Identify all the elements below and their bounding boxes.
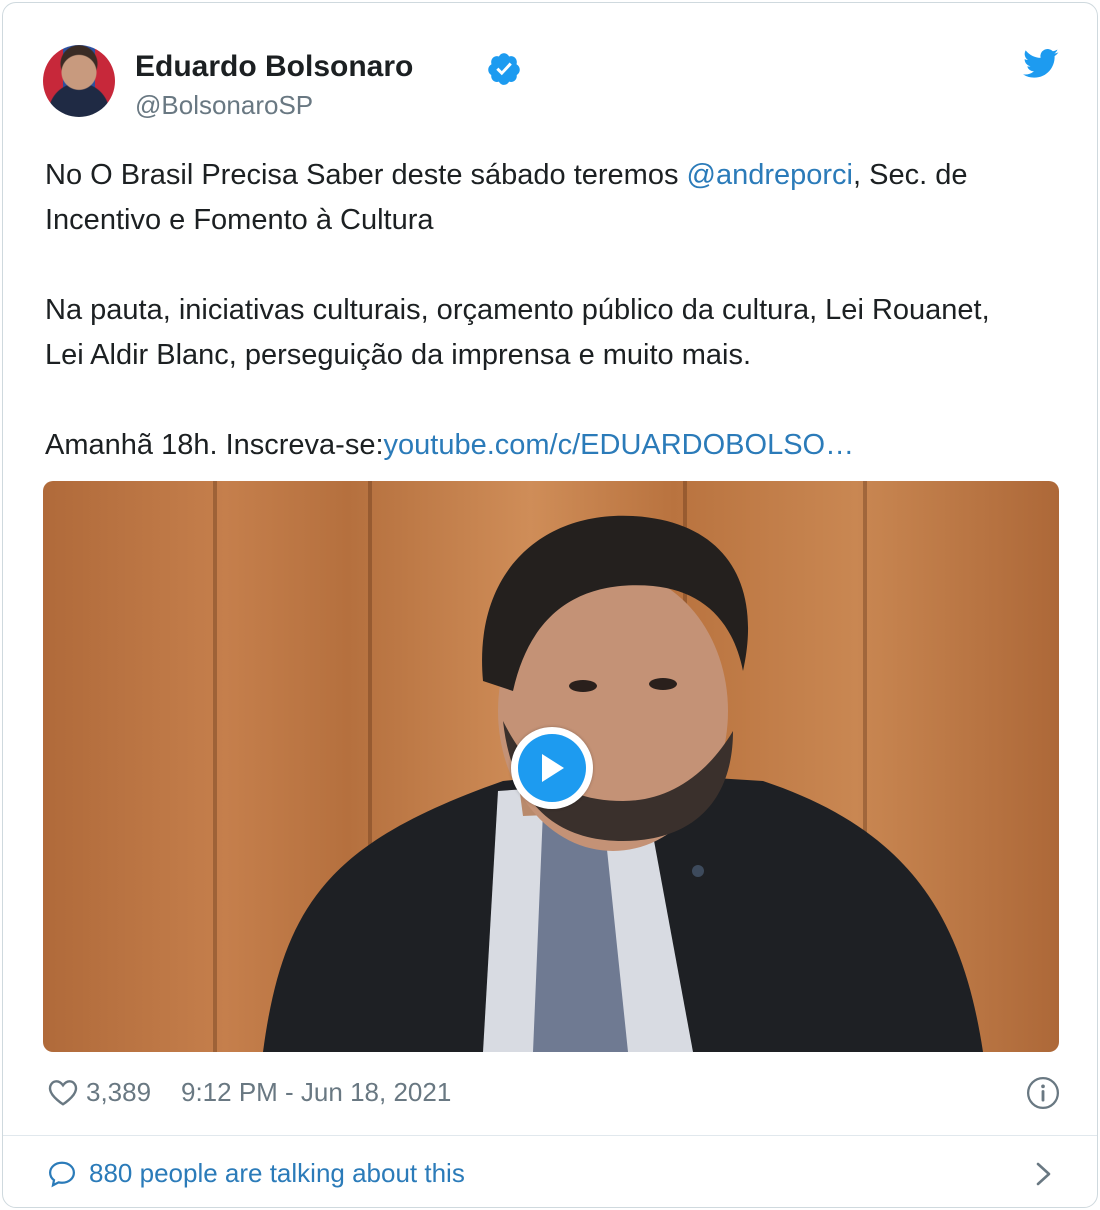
tweet-text-segment: No O Brasil Precisa Saber deste sábado t… — [45, 159, 687, 191]
heart-icon[interactable] — [46, 1076, 80, 1108]
tweet-line: Amanhã 18h. Inscreva-se:youtube.com/c/ED… — [45, 423, 1075, 468]
chevron-right-icon[interactable] — [1033, 1159, 1055, 1189]
info-icon[interactable] — [1026, 1076, 1060, 1110]
tweet-line: Incentivo e Fomento à Cultura — [45, 204, 434, 236]
youtube-link[interactable]: youtube.com/c/EDUARDOBOLSO… — [384, 429, 855, 461]
author-name[interactable]: Eduardo Bolsonaro — [135, 50, 413, 84]
mention-link[interactable]: @andreporci — [687, 159, 853, 191]
tweet-text: No O Brasil Precisa Saber deste sábado t… — [45, 153, 1075, 468]
avatar[interactable] — [43, 45, 115, 117]
tweet-line: No O Brasil Precisa Saber deste sábado t… — [45, 153, 1075, 198]
play-icon — [542, 754, 564, 782]
speech-bubble-icon[interactable] — [46, 1159, 78, 1189]
tweet-line: Na pauta, iniciativas culturais, orçamen… — [45, 294, 990, 326]
video-thumbnail[interactable] — [43, 481, 1059, 1052]
tweet-text-segment: Amanhã 18h. Inscreva-se: — [45, 429, 384, 461]
verified-badge-icon — [488, 53, 520, 85]
play-button[interactable] — [511, 727, 593, 809]
conversation-link[interactable]: 880 people are talking about this — [89, 1158, 465, 1189]
divider — [3, 1135, 1097, 1136]
twitter-bird-icon[interactable] — [1021, 45, 1061, 81]
tweet-timestamp[interactable]: 9:12 PM - Jun 18, 2021 — [181, 1077, 451, 1108]
tweet-card: Eduardo Bolsonaro @BolsonaroSP No O Bras… — [2, 2, 1098, 1208]
author-handle[interactable]: @BolsonaroSP — [135, 90, 313, 121]
tweet-line: Lei Aldir Blanc, perseguição da imprensa… — [45, 339, 752, 371]
tweet-text-segment: , Sec. de — [853, 159, 968, 191]
like-count[interactable]: 3,389 — [86, 1077, 151, 1108]
